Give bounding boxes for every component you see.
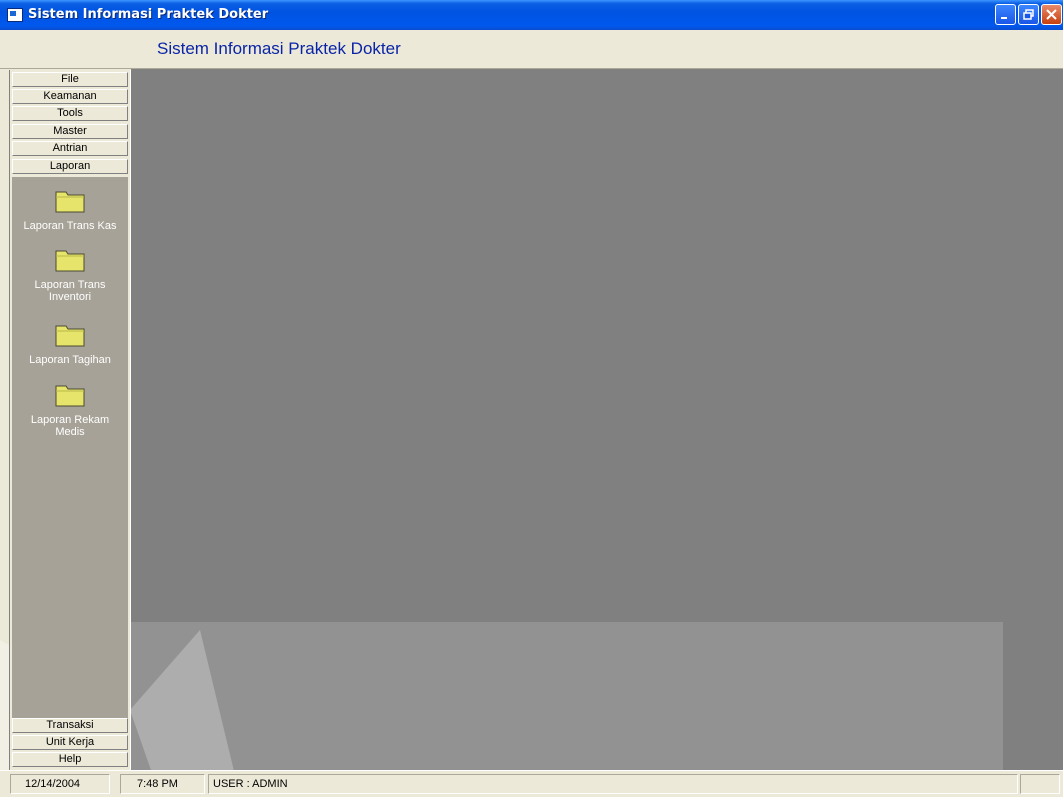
sidebar-group-tools[interactable]: Tools xyxy=(12,106,128,121)
status-panel-empty xyxy=(1020,774,1060,794)
sidebar-item-laporan-trans-kas[interactable]: Laporan Trans Kas xyxy=(12,188,128,232)
sidebar-item-laporan-trans-inventori[interactable]: Laporan Trans Inventori xyxy=(12,247,128,303)
minimize-icon xyxy=(1001,17,1007,19)
sidebar-group-antrian[interactable]: Antrian xyxy=(12,141,128,156)
restore-icon xyxy=(1023,9,1034,20)
restore-button[interactable] xyxy=(1018,4,1039,25)
sidebar-group-laporan[interactable]: Laporan xyxy=(12,159,128,174)
sidebar-group-unit-kerja[interactable]: Unit Kerja xyxy=(12,735,128,750)
sidebar-item-label: Laporan Trans Inventori xyxy=(34,279,106,303)
page-title: Sistem Informasi Praktek Dokter xyxy=(157,39,401,58)
sidebar-group-help[interactable]: Help xyxy=(12,752,128,767)
status-user: USER : ADMIN xyxy=(208,774,1018,794)
status-bar: 12/14/2004 7:48 PM USER : ADMIN xyxy=(0,770,1063,797)
sidebar-item-label: Laporan Rekam Medis xyxy=(30,414,110,438)
sidebar-group-transaksi[interactable]: Transaksi xyxy=(12,718,128,733)
sidebar-group-file[interactable]: File xyxy=(12,72,128,87)
sidebar-group-keamanan[interactable]: Keamanan xyxy=(12,89,128,104)
sidebar-item-laporan-tagihan[interactable]: Laporan Tagihan xyxy=(12,322,128,366)
folder-icon xyxy=(55,250,85,272)
window-title-bar[interactable]: Sistem Informasi Praktek Dokter xyxy=(0,0,1063,30)
sidebar-item-pane: Laporan Trans Kas Laporan Trans Inventor… xyxy=(12,177,128,718)
folder-icon xyxy=(55,325,85,347)
sidebar-item-label: Laporan Tagihan xyxy=(29,354,111,366)
sidebar-item-laporan-rekam-medis[interactable]: Laporan Rekam Medis xyxy=(12,382,128,438)
folder-icon xyxy=(55,191,85,213)
status-date: 12/14/2004 xyxy=(10,774,110,794)
minimize-button[interactable] xyxy=(995,4,1016,25)
status-time: 7:48 PM xyxy=(120,774,205,794)
sidebar-group-master[interactable]: Master xyxy=(12,124,128,139)
folder-icon xyxy=(55,385,85,407)
app-icon[interactable] xyxy=(7,8,23,22)
window-title: Sistem Informasi Praktek Dokter xyxy=(28,7,269,22)
close-icon xyxy=(1046,9,1057,20)
close-button[interactable] xyxy=(1041,4,1062,25)
app-header: Sistem Informasi Praktek Dokter xyxy=(0,30,1063,69)
sidebar-item-label: Laporan Trans Kas xyxy=(23,220,117,232)
sidebar: File Keamanan Tools Master Antrian Lapor… xyxy=(9,70,131,770)
